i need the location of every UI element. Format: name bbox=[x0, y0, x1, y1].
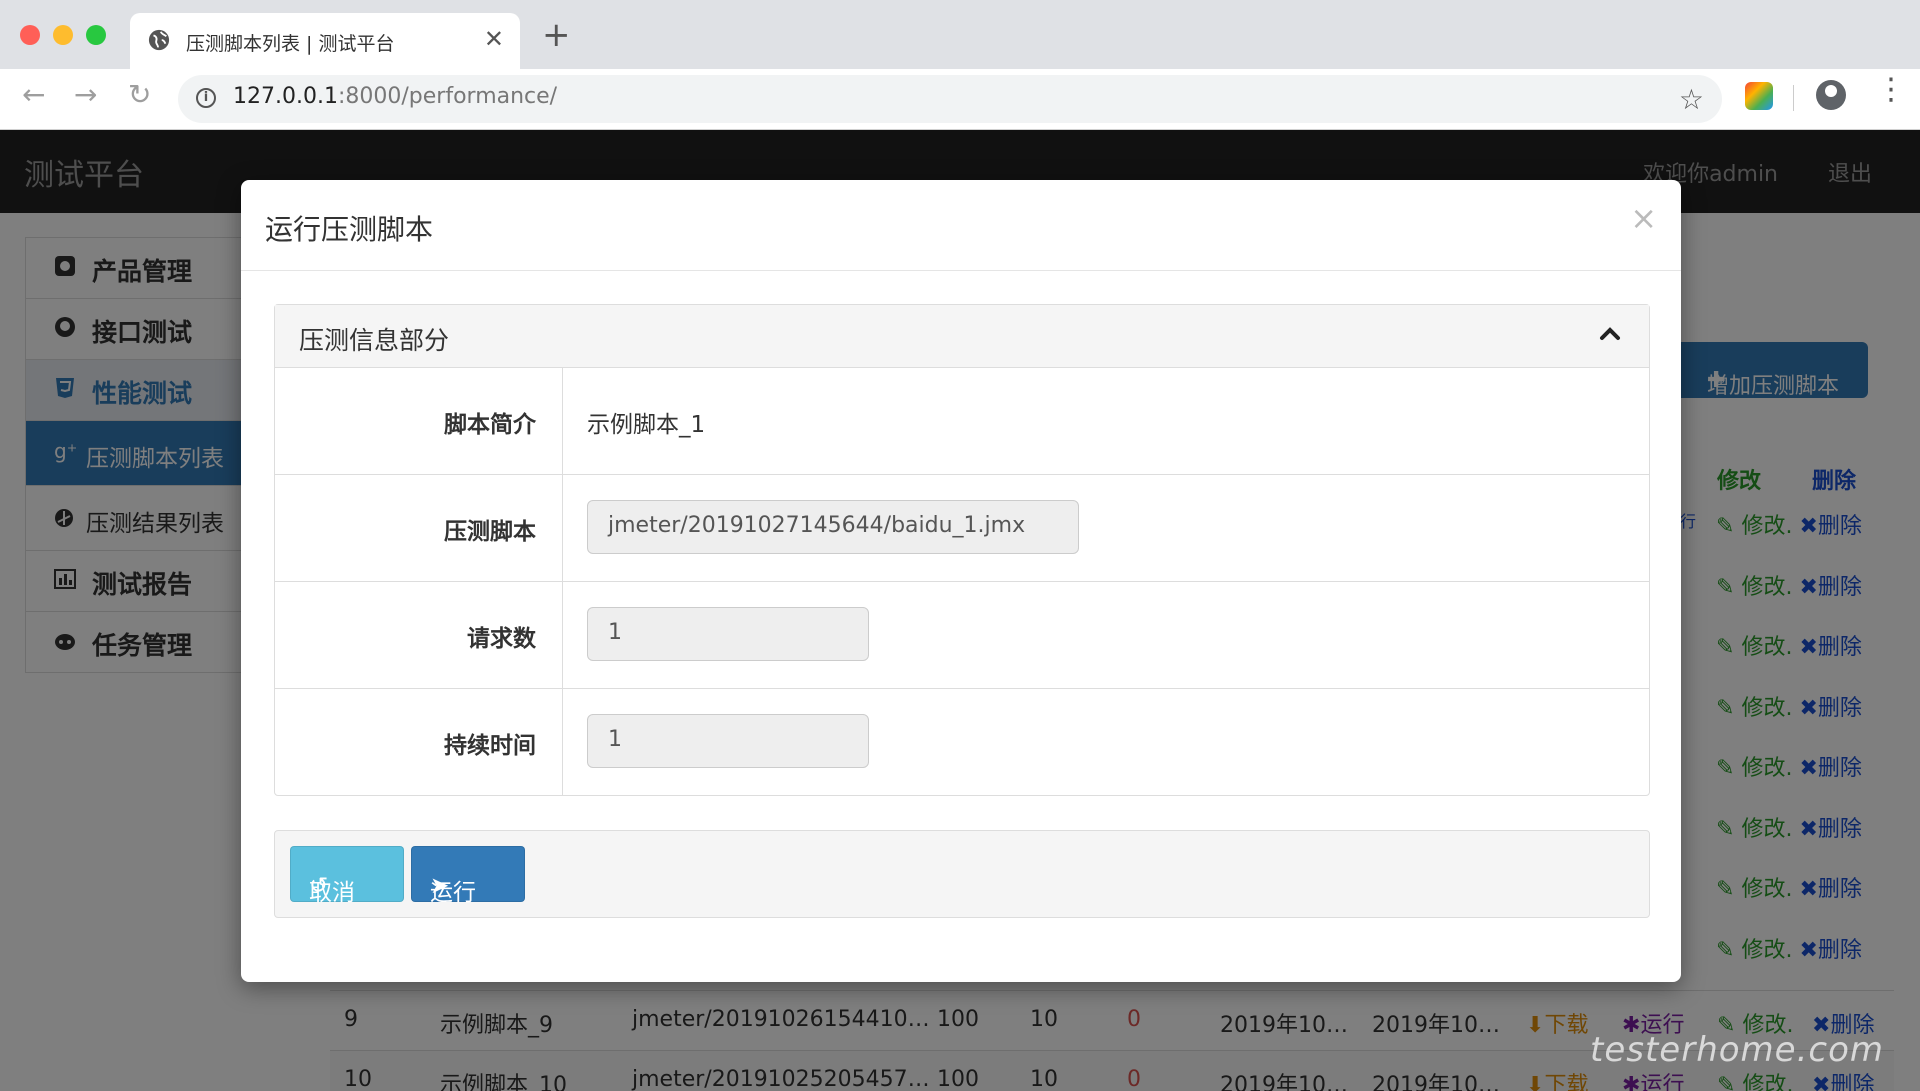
url-path: :8000/performance/ bbox=[337, 84, 558, 109]
label-cell: 持续时间 bbox=[275, 688, 563, 795]
tab-close-icon[interactable]: ✕ bbox=[484, 25, 504, 53]
intro-label: 脚本简介 bbox=[444, 412, 536, 438]
new-tab-button[interactable]: + bbox=[542, 18, 571, 52]
panel-title: 压测信息部分 bbox=[299, 326, 450, 355]
run-button[interactable]: ➤ 运行 bbox=[411, 846, 525, 906]
address-bar[interactable]: i 127.0.0.1:8000/performance/ ☆ bbox=[178, 75, 1722, 123]
label-cell: 脚本简介 bbox=[275, 367, 563, 474]
browser-tab[interactable]: 压测脚本列表 | 测试平台 ✕ bbox=[130, 13, 520, 69]
cancel-button[interactable]: ↺ 取消 bbox=[290, 846, 404, 906]
run-label: 运行 bbox=[430, 880, 476, 906]
modal-header: 运行压测脚本 × bbox=[241, 180, 1681, 271]
form-row-duration: 持续时间 1 bbox=[275, 688, 1649, 795]
back-button[interactable]: ← bbox=[22, 81, 45, 109]
browser-tabbar: 压测脚本列表 | 测试平台 ✕ + bbox=[0, 0, 1920, 69]
modal-title: 运行压测脚本 bbox=[265, 213, 434, 246]
script-label: 压测脚本 bbox=[444, 519, 536, 545]
script-path-field[interactable]: jmeter/20191027145644/baidu_1.jmx bbox=[587, 500, 1079, 554]
tab-title: 压测脚本列表 | 测试平台 bbox=[186, 33, 395, 55]
url-text: 127.0.0.1:8000/performance/ bbox=[233, 84, 557, 109]
browser-toolbar: ← → ↻ i 127.0.0.1:8000/performance/ ☆ ⋮ bbox=[0, 69, 1920, 130]
menu-kebab-icon[interactable]: ⋮ bbox=[1876, 75, 1906, 105]
url-host: 127.0.0.1 bbox=[233, 84, 338, 109]
form-row-script: 压测脚本 jmeter/20191027145644/baidu_1.jmx bbox=[275, 474, 1649, 582]
window-minimize-button[interactable] bbox=[53, 25, 73, 45]
toolbar-divider bbox=[1793, 85, 1794, 111]
modal-footer: ↺ 取消 ➤ 运行 bbox=[274, 830, 1650, 918]
reload-button[interactable]: ↻ bbox=[128, 81, 151, 109]
profile-avatar-icon[interactable] bbox=[1816, 80, 1846, 110]
form-row-intro: 脚本简介 示例脚本_1 bbox=[275, 367, 1649, 475]
globe-icon bbox=[148, 29, 170, 51]
label-cell: 压测脚本 bbox=[275, 474, 563, 581]
duration-field[interactable]: 1 bbox=[587, 714, 869, 768]
label-cell: 请求数 bbox=[275, 581, 563, 688]
chevron-up-icon[interactable] bbox=[1595, 319, 1625, 349]
cancel-label: 取消 bbox=[309, 880, 355, 906]
window-zoom-button[interactable] bbox=[86, 25, 106, 45]
info-icon[interactable]: i bbox=[196, 88, 216, 108]
extension-icon[interactable] bbox=[1745, 82, 1773, 110]
duration-label: 持续时间 bbox=[444, 733, 536, 759]
requests-label: 请求数 bbox=[467, 626, 536, 652]
run-script-modal: 运行压测脚本 × 压测信息部分 脚本简介 示例脚本_1 压测脚本 jmeter/… bbox=[241, 180, 1681, 982]
form-row-requests: 请求数 1 bbox=[275, 581, 1649, 689]
bookmark-star-icon[interactable]: ☆ bbox=[1679, 83, 1704, 116]
info-panel: 压测信息部分 脚本简介 示例脚本_1 压测脚本 jmeter/201910271… bbox=[274, 304, 1650, 796]
panel-header[interactable]: 压测信息部分 bbox=[275, 305, 1649, 368]
watermark: testerhome.com bbox=[1590, 1030, 1885, 1070]
intro-value: 示例脚本_1 bbox=[587, 412, 706, 438]
close-icon[interactable]: × bbox=[1630, 202, 1657, 234]
window-close-button[interactable] bbox=[20, 25, 40, 45]
forward-button[interactable]: → bbox=[74, 81, 97, 109]
requests-field[interactable]: 1 bbox=[587, 607, 869, 661]
